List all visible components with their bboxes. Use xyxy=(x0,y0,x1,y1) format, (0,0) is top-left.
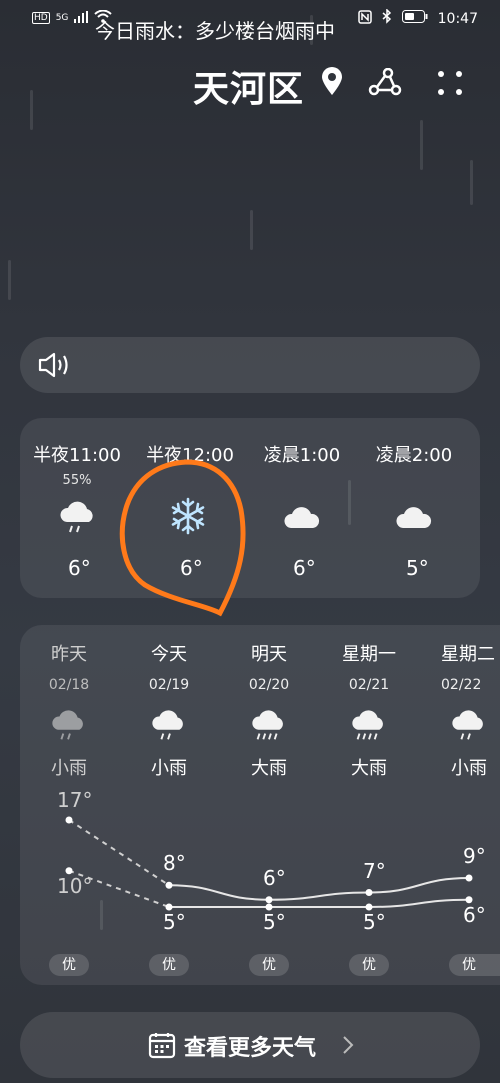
speaker-icon xyxy=(38,351,72,383)
clock-time: 10:47 xyxy=(437,10,478,27)
share-icon[interactable] xyxy=(368,67,402,100)
high-temp: 17° xyxy=(57,788,93,812)
cloud-icon xyxy=(283,504,321,534)
bluetooth-icon xyxy=(382,8,392,28)
aqi-badge: 优 xyxy=(49,954,89,976)
high-temp: 6° xyxy=(263,865,286,890)
daily-item[interactable]: 星期二 02/22 xyxy=(419,640,500,693)
high-temp: 7° xyxy=(363,858,386,883)
aqi-badge: 优 xyxy=(449,954,500,976)
high-temp-point xyxy=(465,874,473,882)
rain-streak xyxy=(470,160,473,205)
signal-icon xyxy=(74,10,89,26)
daily-item[interactable]: 昨天 02/18 xyxy=(19,640,119,693)
aqi-badge: 优 xyxy=(349,954,389,976)
rain-streak xyxy=(250,210,253,250)
low-temp: 10° xyxy=(57,873,93,898)
hour-time: 凌晨1:00 xyxy=(263,445,341,466)
day-date: 02/19 xyxy=(148,677,190,693)
day-condition: 大雨 xyxy=(351,758,387,779)
rain-cloud-icon xyxy=(58,500,98,540)
high-temp: 9° xyxy=(463,844,486,868)
battery-icon xyxy=(401,10,428,27)
day-name: 昨天 xyxy=(51,644,87,665)
nfc-icon xyxy=(357,9,372,28)
high-temp-point xyxy=(65,816,73,824)
hourly-temp: 5° xyxy=(406,556,429,580)
daily-notice-banner[interactable] xyxy=(20,337,480,393)
day-name: 明天 xyxy=(251,644,287,665)
hourly-item: 凌晨2:00 xyxy=(358,441,470,489)
hour-time: 凌晨2:00 xyxy=(375,445,453,466)
more-weather-label: 查看更多天气 xyxy=(184,1036,317,1061)
hourly-temp: 6° xyxy=(293,556,316,580)
daily-item[interactable]: 明天 02/20 xyxy=(219,640,319,693)
low-temp: 5° xyxy=(163,910,186,934)
cloud-icon xyxy=(395,504,433,534)
aqi-badge: 优 xyxy=(249,954,289,976)
annotation-circle xyxy=(119,459,246,617)
rain-cloud-icon xyxy=(150,708,188,748)
day-condition: 大雨 xyxy=(251,758,287,779)
precip-probability xyxy=(246,473,358,489)
high-temp-point xyxy=(265,896,273,904)
rain-streak xyxy=(8,260,11,300)
low-temp: 5° xyxy=(363,910,386,934)
day-condition: 小雨 xyxy=(451,758,487,779)
calendar-icon xyxy=(148,1031,176,1063)
day-condition: 小雨 xyxy=(51,758,87,779)
day-date: 02/20 xyxy=(248,677,290,693)
daily-item[interactable]: 星期一 02/21 xyxy=(319,640,419,693)
day-date: 02/22 xyxy=(441,677,482,693)
day-date: 02/21 xyxy=(348,677,390,693)
hourly-temp: 6° xyxy=(68,556,91,580)
heavy-rain-icon xyxy=(350,708,388,748)
hourly-item: 凌晨1:00 xyxy=(246,441,358,489)
precip-probability xyxy=(358,473,470,489)
high-temp-point xyxy=(365,889,373,896)
day-name: 星期一 xyxy=(342,644,396,665)
city-name[interactable]: 天河区 xyxy=(193,60,304,112)
high-temp-point xyxy=(165,881,173,889)
day-date: 02/18 xyxy=(48,677,90,693)
rain-cloud-icon xyxy=(50,708,88,748)
rain-streak xyxy=(30,90,33,130)
heavy-rain-icon xyxy=(250,708,288,748)
low-trend-line xyxy=(169,898,470,908)
aqi-badge: 优 xyxy=(149,954,189,976)
chevron-right-icon xyxy=(342,1035,354,1059)
daily-item[interactable]: 今天 02/19 xyxy=(119,640,219,693)
high-trend-line xyxy=(168,877,470,901)
low-temp: 6° xyxy=(463,902,486,927)
low-temp: 5° xyxy=(263,910,286,934)
rain-cloud-icon xyxy=(450,708,500,748)
hd-badge: HD xyxy=(32,12,50,24)
rain-streak xyxy=(420,120,423,170)
day-condition: 小雨 xyxy=(151,758,187,779)
more-icon[interactable] xyxy=(437,70,463,100)
notice-text: 今日雨水：多少楼台烟雨中 xyxy=(95,19,335,43)
location-pin-icon[interactable] xyxy=(320,66,344,100)
high-temp: 8° xyxy=(163,851,186,876)
day-name: 今天 xyxy=(151,644,187,665)
network-badge: 5G xyxy=(55,13,69,23)
day-name: 星期二 xyxy=(441,644,495,665)
